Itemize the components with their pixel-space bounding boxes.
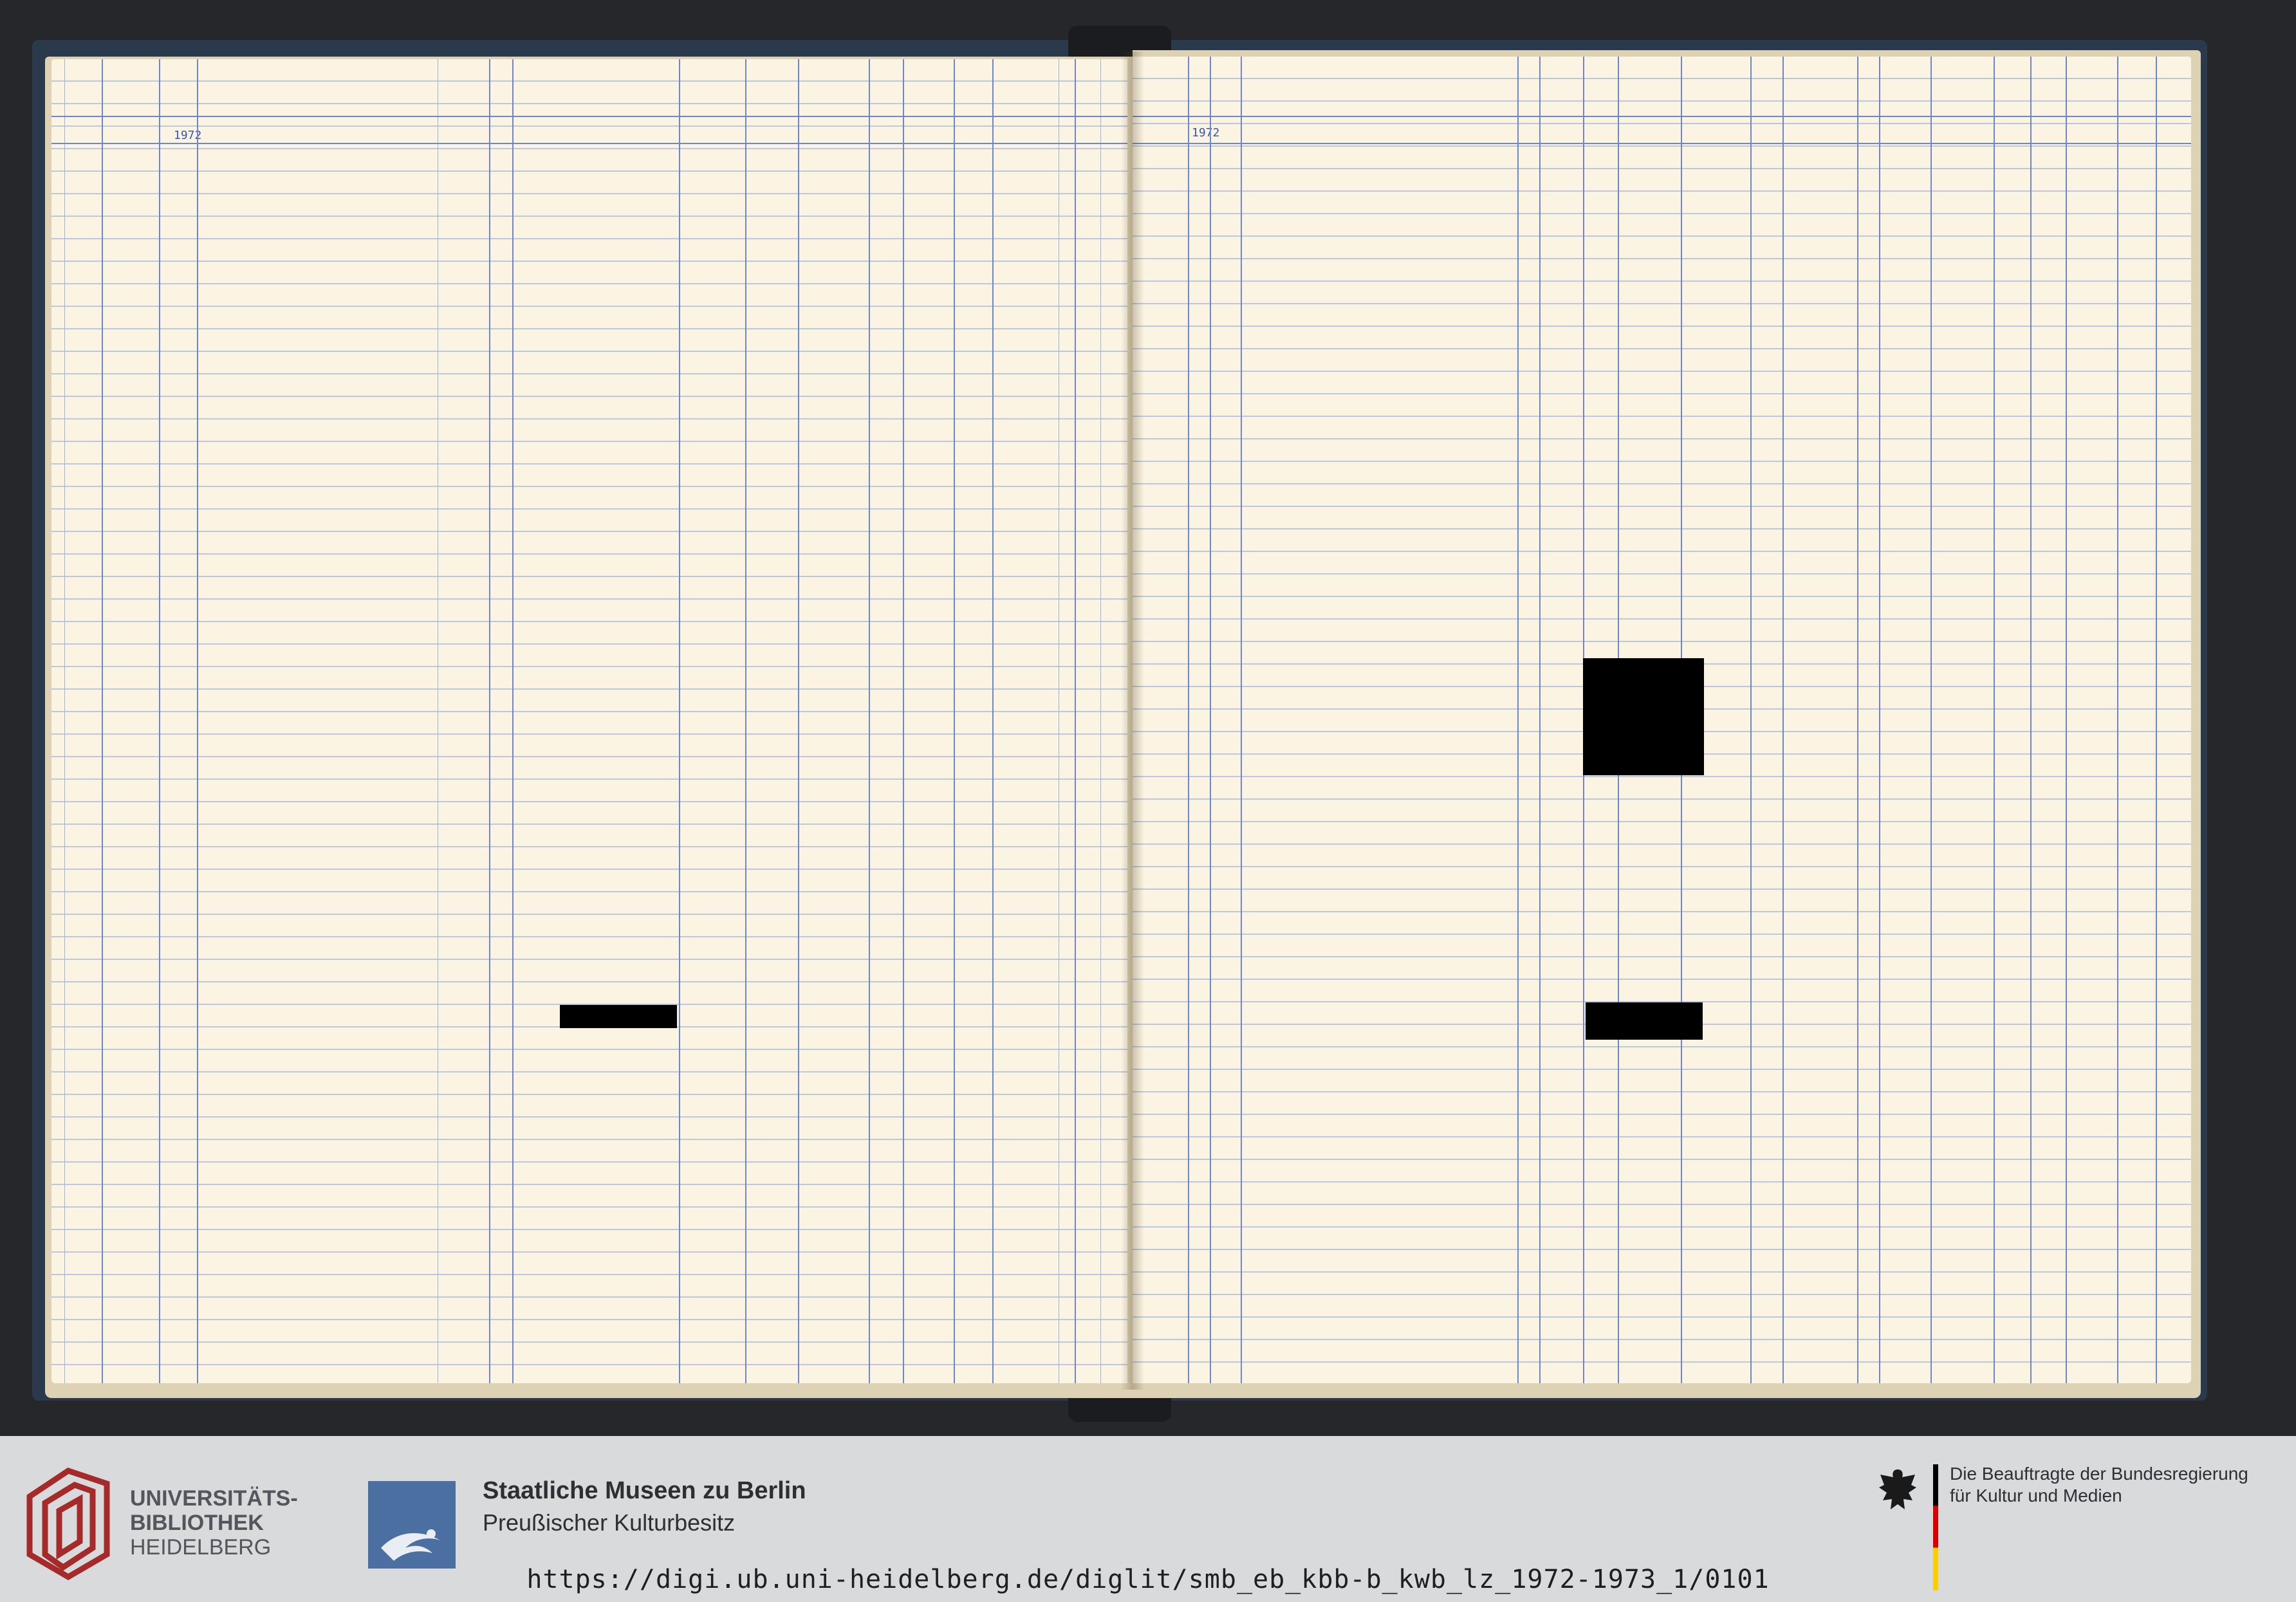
ruling-vertical [1241,57,1242,1383]
ruling-vertical [1994,57,1995,1383]
ruling-vertical [1210,57,1211,1383]
ruling-vertical [102,59,103,1383]
ruling-vertical [992,59,994,1383]
ledger-page-left: 1972 [51,59,1127,1383]
ruling-vertical [1188,57,1189,1383]
ruling-vertical-thin [64,59,65,1383]
ruling-vertical [197,59,198,1383]
bkm-name-line2: für Kultur und Medien [1950,1486,2122,1505]
header-rule [51,116,1127,117]
bkm-name-line1: Die Beauftragte der Bundesregierung [1950,1464,2248,1484]
ruling-vertical [869,59,870,1383]
ruling-vertical [1750,57,1752,1383]
ruling-vertical [903,59,904,1383]
ruling-vertical [2030,57,2032,1383]
header-rule [1133,143,2191,144]
permalink-url[interactable]: https://digi.ub.uni-heidelberg.de/diglit… [0,1565,2296,1594]
ledger-scan: 1972 1972 [0,0,2296,1436]
ledger-page-right: 1972 [1133,57,2191,1383]
year-header-right: 1972 [1192,126,1220,140]
redaction-block [1586,1002,1703,1040]
redaction-block [560,1005,677,1028]
ruling-vertical [1857,57,1858,1383]
ruling-vertical [512,59,514,1383]
ruling-vertical [1930,57,1932,1383]
ruling-vertical [679,59,680,1383]
ruling-vertical [159,59,160,1383]
ruling-vertical [1517,57,1519,1383]
ub-name-line2: BIBLIOTHEK [130,1511,264,1535]
ruling-vertical-thin [1100,59,1101,1383]
ruling-vertical [1075,59,1076,1383]
ub-book-stack-icon [23,1458,113,1581]
ruling-vertical [1879,57,1880,1383]
ruling-vertical [489,59,490,1383]
smb-subtitle: Preußischer Kulturbesitz [483,1509,736,1536]
ruling-vertical [1782,57,1784,1383]
ub-name-line3: HEIDELBERG [130,1535,272,1560]
federal-eagle-icon [1874,1466,1921,1520]
ruling-vertical [2156,57,2157,1383]
header-rule [51,143,1127,144]
ruling-vertical [954,59,955,1383]
ruling-vertical [2117,57,2118,1383]
ruling-vertical [1539,57,1541,1383]
redaction-block [1583,658,1704,775]
ruling-vertical [745,59,746,1383]
ruling-vertical [798,59,799,1383]
smb-eagle-icon [368,1481,456,1569]
ub-name-line1: UNIVERSITÄTS- [130,1486,298,1511]
header-rule [1133,116,2191,117]
book-gutter [1121,51,1144,1390]
ruling-vertical [2066,57,2067,1383]
smb-name: Staatliche Museen zu Berlin [483,1477,806,1504]
